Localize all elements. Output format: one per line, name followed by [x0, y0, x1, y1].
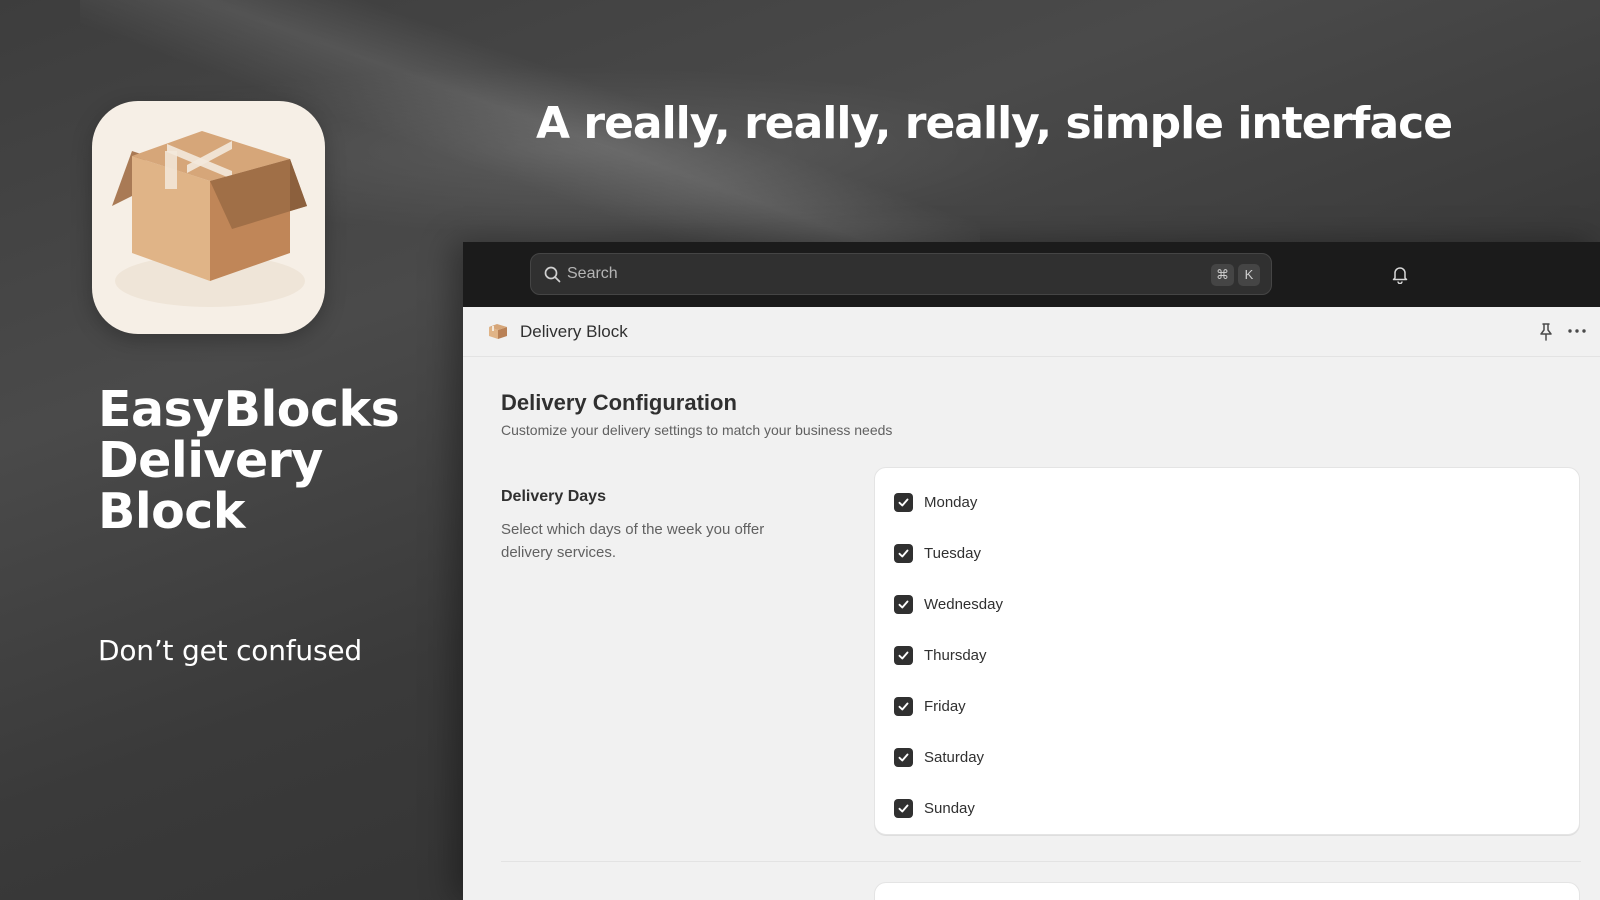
search-placeholder: Search — [567, 265, 618, 282]
day-option-sunday[interactable]: Sunday — [894, 797, 975, 819]
day-label: Tuesday — [924, 544, 981, 562]
headline: A really, really, really, simple interfa… — [536, 98, 1453, 149]
tagline: Don’t get confused — [98, 634, 362, 667]
brand-title: EasyBlocks Delivery Block — [98, 381, 400, 540]
shortcut-key-command: ⌘ — [1211, 264, 1234, 286]
day-label: Thursday — [924, 646, 987, 664]
checkbox-checked[interactable] — [894, 543, 913, 563]
package-box-icon — [489, 324, 507, 339]
package-box-icon — [112, 131, 307, 307]
page-title: Delivery Block — [520, 322, 628, 341]
check-icon — [898, 753, 909, 761]
checkbox-checked[interactable] — [894, 594, 913, 614]
checkbox-checked[interactable] — [894, 492, 913, 512]
next-section-card — [874, 882, 1580, 900]
app-icon — [92, 101, 325, 334]
delivery-days-description: Select which days of the week you offer … — [501, 521, 765, 561]
day-option-wednesday[interactable]: Wednesday — [894, 593, 1003, 615]
checkbox-checked[interactable] — [894, 645, 913, 665]
check-icon — [898, 651, 909, 659]
day-label: Monday — [924, 493, 978, 511]
check-icon — [898, 498, 909, 506]
day-option-tuesday[interactable]: Tuesday — [894, 542, 981, 564]
day-option-monday[interactable]: Monday — [894, 491, 977, 513]
config-title: Delivery Configuration — [501, 390, 737, 415]
more-options-icon[interactable] — [1568, 329, 1586, 333]
check-icon — [898, 804, 909, 812]
app-window: Search ⌘ K Delivery Block Delivery Confi… — [463, 242, 1600, 900]
delivery-days-card: Monday Tuesday Wednesday Thursday Friday… — [874, 467, 1580, 835]
day-label: Sunday — [924, 799, 975, 817]
config-subtitle: Customize your delivery settings to matc… — [501, 422, 893, 438]
check-icon — [898, 549, 909, 557]
page-header: Delivery Block — [463, 307, 1600, 357]
section-divider — [501, 861, 1581, 862]
bell-icon[interactable] — [1391, 265, 1409, 284]
search-input[interactable]: Search ⌘ K — [530, 253, 1272, 295]
delivery-days-title: Delivery Days — [501, 488, 606, 505]
shortcut-key-k: K — [1238, 264, 1260, 286]
check-icon — [898, 702, 909, 710]
day-option-saturday[interactable]: Saturday — [894, 746, 984, 768]
day-label: Wednesday — [924, 595, 1003, 613]
day-label: Friday — [924, 697, 966, 715]
checkbox-checked[interactable] — [894, 696, 913, 716]
day-option-friday[interactable]: Friday — [894, 695, 966, 717]
pin-icon[interactable] — [1539, 323, 1553, 341]
day-option-thursday[interactable]: Thursday — [894, 644, 987, 666]
check-icon — [898, 600, 909, 608]
checkbox-checked[interactable] — [894, 747, 913, 767]
day-label: Saturday — [924, 748, 985, 766]
checkbox-checked[interactable] — [894, 798, 913, 818]
search-icon — [544, 266, 561, 283]
top-bar: Search ⌘ K — [463, 242, 1600, 307]
